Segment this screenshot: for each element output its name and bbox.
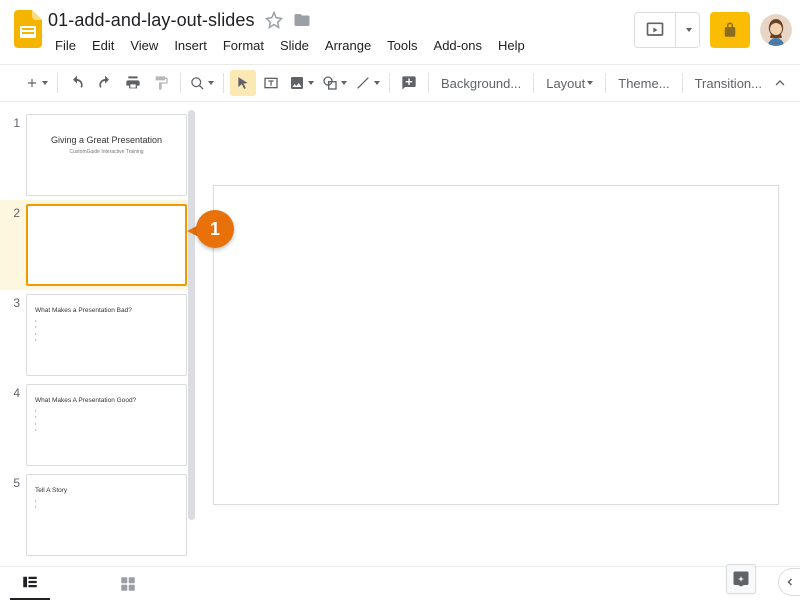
filmstrip-scrollbar[interactable] bbox=[188, 110, 195, 520]
thumbnail[interactable]: Tell A Story •• bbox=[26, 474, 187, 556]
slide-number: 5 bbox=[4, 474, 20, 490]
bottom-bar bbox=[0, 566, 800, 600]
present-dropdown[interactable] bbox=[675, 13, 699, 47]
menu-help[interactable]: Help bbox=[491, 34, 532, 57]
slide-filmstrip[interactable]: 1 Giving a Great Presentation CustomGuid… bbox=[0, 102, 196, 566]
thumb-subtitle: CustomGuide Interactive Training bbox=[35, 149, 178, 155]
explore-button[interactable] bbox=[726, 564, 756, 594]
menu-insert[interactable]: Insert bbox=[167, 34, 214, 57]
thumbnail[interactable]: What Makes a Presentation Bad? •••• bbox=[26, 294, 187, 376]
redo-button[interactable] bbox=[92, 70, 118, 96]
thumbnail[interactable]: What Makes A Presentation Good? •••• bbox=[26, 384, 187, 466]
select-tool[interactable] bbox=[230, 70, 256, 96]
menu-tools[interactable]: Tools bbox=[380, 34, 424, 57]
side-panel-toggle[interactable] bbox=[778, 568, 800, 596]
thumbnail[interactable]: Giving a Great Presentation CustomGuide … bbox=[26, 114, 187, 196]
header: 01-add-and-lay-out-slides File Edit View… bbox=[0, 0, 800, 64]
line-tool[interactable] bbox=[352, 70, 383, 96]
image-tool[interactable] bbox=[286, 70, 317, 96]
zoom-button[interactable] bbox=[187, 70, 217, 96]
canvas-area bbox=[196, 102, 800, 566]
layout-button[interactable]: Layout bbox=[540, 70, 599, 96]
menu-file[interactable]: File bbox=[48, 34, 83, 57]
collapse-toolbar-icon[interactable] bbox=[772, 75, 788, 91]
thumbnail[interactable] bbox=[26, 204, 187, 286]
thumb-heading: What Makes A Presentation Good? bbox=[35, 397, 178, 404]
slide-canvas[interactable] bbox=[214, 186, 778, 504]
menu-format[interactable]: Format bbox=[216, 34, 271, 57]
menu-view[interactable]: View bbox=[123, 34, 165, 57]
star-icon[interactable] bbox=[265, 11, 283, 29]
print-button[interactable] bbox=[120, 70, 146, 96]
toolbar: Background... Layout Theme... Transition… bbox=[0, 64, 800, 102]
slide-number: 3 bbox=[4, 294, 20, 310]
menu-edit[interactable]: Edit bbox=[85, 34, 121, 57]
slide-thumbnail-3[interactable]: 3 What Makes a Presentation Bad? •••• bbox=[0, 290, 195, 380]
layout-button-label: Layout bbox=[546, 76, 585, 91]
slide-number: 4 bbox=[4, 384, 20, 400]
paint-format-button[interactable] bbox=[148, 70, 174, 96]
app-logo[interactable] bbox=[8, 8, 48, 60]
slide-thumbnail-5[interactable]: 5 Tell A Story •• bbox=[0, 470, 195, 560]
add-comment-button[interactable] bbox=[396, 70, 422, 96]
thumb-title: Giving a Great Presentation bbox=[35, 135, 178, 145]
document-title[interactable]: 01-add-and-lay-out-slides bbox=[48, 10, 255, 31]
thumb-heading: Tell A Story bbox=[35, 487, 178, 494]
menu-slide[interactable]: Slide bbox=[273, 34, 316, 57]
slide-thumbnail-4[interactable]: 4 What Makes A Presentation Good? •••• bbox=[0, 380, 195, 470]
filmstrip-view-button[interactable] bbox=[10, 567, 50, 600]
background-button[interactable]: Background... bbox=[435, 70, 527, 96]
transition-button[interactable]: Transition... bbox=[689, 70, 768, 96]
textbox-tool[interactable] bbox=[258, 70, 284, 96]
title-area: 01-add-and-lay-out-slides File Edit View… bbox=[48, 8, 634, 58]
workspace: 1 Giving a Great Presentation CustomGuid… bbox=[0, 102, 800, 566]
slide-number: 1 bbox=[4, 114, 20, 130]
move-folder-icon[interactable] bbox=[293, 11, 311, 29]
menu-bar: File Edit View Insert Format Slide Arran… bbox=[48, 32, 634, 58]
theme-button[interactable]: Theme... bbox=[612, 70, 675, 96]
header-actions bbox=[634, 8, 792, 48]
menu-addons[interactable]: Add-ons bbox=[427, 34, 489, 57]
slide-thumbnail-1[interactable]: 1 Giving a Great Presentation CustomGuid… bbox=[0, 110, 195, 200]
grid-view-button[interactable] bbox=[108, 570, 148, 598]
present-button[interactable] bbox=[635, 13, 675, 47]
slide-number: 2 bbox=[4, 204, 20, 220]
undo-button[interactable] bbox=[64, 70, 90, 96]
slide-thumbnail-2[interactable]: 2 bbox=[0, 200, 195, 290]
account-avatar[interactable] bbox=[760, 14, 792, 46]
menu-arrange[interactable]: Arrange bbox=[318, 34, 378, 57]
share-button[interactable] bbox=[710, 12, 750, 48]
thumb-heading: What Makes a Presentation Bad? bbox=[35, 307, 178, 314]
present-button-group bbox=[634, 12, 700, 48]
shape-tool[interactable] bbox=[319, 70, 350, 96]
new-slide-button[interactable] bbox=[22, 70, 51, 96]
